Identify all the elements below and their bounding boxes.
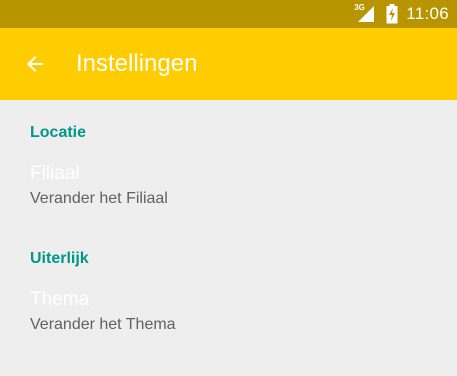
preference-theme[interactable]: Thema Verander het Thema [0,289,457,335]
preference-summary: Verander het Filiaal [30,190,168,207]
back-button[interactable] [20,49,50,79]
status-bar: 3G 11:06 [0,0,457,28]
signal-icon [358,6,375,22]
network-indicator: 3G [354,3,376,24]
preference-summary: Verander het Thema [30,316,176,333]
preference-branch[interactable]: Filiaal Verander het Filiaal [0,163,457,209]
category-header-location: Locatie [30,124,87,141]
page-title: Instellingen [76,50,198,77]
battery-charging-icon [386,4,398,24]
app-bar: Instellingen [0,28,457,100]
preference-title: Filiaal [30,163,80,184]
preference-title: Thema [30,289,90,310]
category-header-appearance: Uiterlijk [30,250,89,267]
status-clock: 11:06 [406,4,449,23]
arrow-back-icon [27,56,43,72]
settings-list: Locatie Filiaal Verander het Filiaal Uit… [0,100,457,335]
